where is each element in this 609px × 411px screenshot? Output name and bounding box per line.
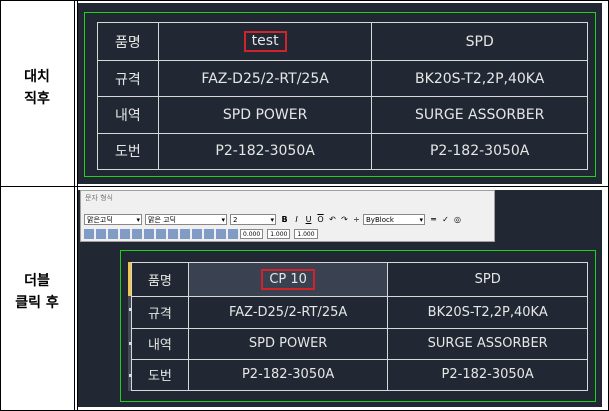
table-cell[interactable]: BK20S-T2,2P,40KA (371, 60, 588, 98)
table-cell[interactable]: FAZ-D25/2-RT/25A (187, 296, 389, 329)
row-divider (0, 186, 609, 187)
column-divider (74, 0, 75, 411)
row-header[interactable]: 규격 (97, 60, 159, 98)
table-cell[interactable]: P2-182-3050A (157, 132, 373, 171)
row-marker (129, 308, 132, 311)
italic-button[interactable]: I (291, 214, 302, 225)
style-combo[interactable]: 맑은고딕 (84, 214, 142, 226)
overline-button[interactable]: O (315, 214, 326, 225)
table-row[interactable]: 품명 test SPD (97, 21, 588, 62)
ruler-icon[interactable]: ═ (428, 214, 439, 225)
label-after-doubleclick: 더블 클릭 후 (15, 273, 59, 311)
stack-icon[interactable]: ÷ (351, 214, 362, 225)
table-cell[interactable]: FAZ-D25/2-RT/25A (157, 60, 373, 98)
table-row[interactable]: 도번 P2-182-3050A P2-182-3050A (97, 132, 588, 171)
row-marker (129, 374, 132, 377)
cad-table-after[interactable]: 품명 CP 10 SPD 규격 FAZ-D25/2-RT/25A BK20S-T… (131, 261, 588, 392)
numbering-icon[interactable] (180, 229, 190, 239)
table-row[interactable]: 품명 CP 10 SPD (131, 261, 588, 298)
align-center-icon[interactable] (120, 229, 130, 239)
table-row[interactable]: 내역 SPD POWER SURGE ASSORBER (97, 96, 588, 134)
ok-button[interactable]: ✓ (440, 214, 451, 225)
color-combo[interactable]: ByBlock (363, 214, 425, 226)
edit-text[interactable]: CP 10 (261, 269, 315, 291)
oblique-angle-field[interactable]: 0.000 (240, 229, 264, 239)
bold-button[interactable]: B (279, 214, 290, 225)
table-cell[interactable]: BK20S-T2,2P,40KA (387, 296, 588, 329)
font-combo[interactable]: 맑은 고딕 (145, 214, 227, 226)
table-cell[interactable]: SURGE ASSORBER (387, 327, 588, 360)
case-lower-icon[interactable] (216, 229, 226, 239)
redo-icon[interactable]: ↷ (339, 214, 350, 225)
symbol-icon[interactable] (228, 229, 238, 239)
options-icon[interactable]: ◎ (452, 214, 463, 225)
row-header[interactable]: 도번 (97, 132, 159, 171)
row-marker (129, 342, 132, 345)
table-cell[interactable]: SPD POWER (187, 327, 389, 360)
row-header[interactable]: 내역 (131, 327, 189, 360)
table-row[interactable]: 도번 P2-182-3050A P2-182-3050A (131, 358, 588, 392)
table-cell[interactable]: P2-182-3050A (371, 132, 588, 171)
align-left-icon[interactable] (108, 229, 118, 239)
distribute-icon[interactable] (156, 229, 166, 239)
case-upper-icon[interactable] (204, 229, 214, 239)
row-header[interactable]: 품명 (131, 261, 189, 298)
justify-icon[interactable] (96, 229, 106, 239)
table-row[interactable]: 내역 SPD POWER SURGE ASSORBER (131, 327, 588, 360)
highlighted-text[interactable]: test (243, 31, 287, 53)
editing-cell[interactable]: CP 10 (187, 261, 389, 298)
line-spacing-icon[interactable] (168, 229, 178, 239)
row-header[interactable]: 품명 (97, 21, 159, 62)
width-factor-field[interactable]: 1.000 (294, 229, 318, 239)
label-after-replace: 대치 직후 (24, 69, 50, 107)
column-icon[interactable] (84, 229, 94, 239)
table-row[interactable]: 규격 FAZ-D25/2-RT/25A BK20S-T2,2P,40KA (97, 60, 588, 98)
undo-icon[interactable]: ↶ (327, 214, 338, 225)
table-cell[interactable]: P2-182-3050A (387, 358, 588, 392)
table-cell[interactable]: SPD (387, 261, 588, 298)
toolbar-row-1: 맑은고딕 맑은 고딕 2 B I U O ↶ ↷ ÷ ByBlock ═ ✓ ◎ (84, 214, 464, 226)
cad-table-before[interactable]: 품명 test SPD 규격 FAZ-D25/2-RT/25A BK20S-T2… (97, 21, 588, 171)
tracking-field[interactable]: 1.000 (267, 229, 291, 239)
row-header[interactable]: 도번 (131, 358, 189, 392)
table-row[interactable]: 규격 FAZ-D25/2-RT/25A BK20S-T2,2P,40KA (131, 296, 588, 329)
text-height-combo[interactable]: 2 (230, 214, 276, 226)
table-cell[interactable]: test (157, 21, 373, 62)
align-right-icon[interactable] (132, 229, 142, 239)
table-cell[interactable]: P2-182-3050A (187, 358, 389, 392)
align-justify-icon[interactable] (144, 229, 154, 239)
table-cell[interactable]: SPD POWER (157, 96, 373, 134)
toolbar-row-2: 0.000 1.000 1.000 (84, 229, 322, 239)
row-header[interactable]: 규격 (131, 296, 189, 329)
row-header[interactable]: 내역 (97, 96, 159, 134)
toolbar-title: 문자 형식 (85, 194, 113, 202)
field-icon[interactable] (192, 229, 202, 239)
underline-button[interactable]: U (303, 214, 314, 225)
table-cell[interactable]: SPD (371, 21, 588, 62)
text-format-toolbar: 문자 형식 맑은고딕 맑은 고딕 2 B I U O ↶ ↷ ÷ ByBlock… (80, 190, 495, 242)
table-cell[interactable]: SURGE ASSORBER (371, 96, 588, 134)
